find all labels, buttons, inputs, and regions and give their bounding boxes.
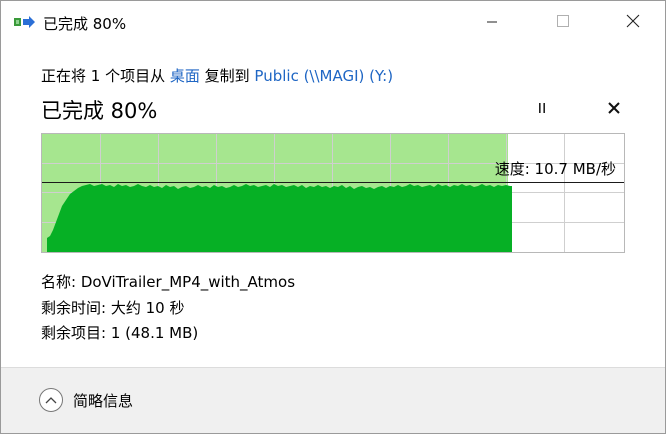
close-icon xyxy=(626,13,640,32)
title-bar: 已完成 80% xyxy=(1,1,665,43)
time-remaining-value: 大约 10 秒 xyxy=(110,299,185,317)
speed-label: 速度: 10.7 MB/秒 xyxy=(494,160,616,178)
file-name-value: DoViTrailer_MP4_with_Atmos xyxy=(80,273,296,291)
minimize-button[interactable] xyxy=(466,1,518,43)
maximize-button[interactable] xyxy=(537,1,589,43)
file-name-label: 名称: xyxy=(41,273,81,291)
transfer-description: 正在将 1 个项目从 桌面 复制到 Public (\\MAGI) (Y:) xyxy=(41,65,393,86)
destination-link[interactable]: Public (\\MAGI) (Y:) xyxy=(254,67,393,85)
items-remaining-row: 剩余项目: 1 (48.1 MB) xyxy=(41,322,198,343)
speed-history-area xyxy=(47,184,512,252)
items-remaining-label: 剩余项目: xyxy=(41,324,111,342)
copy-progress-dialog: 已完成 80% 正在将 1 个项目从 桌面 复制到 Public (\\MAGI… xyxy=(0,0,666,434)
minimize-icon xyxy=(486,13,498,32)
cancel-icon xyxy=(607,100,621,119)
time-remaining-label: 剩余时间: xyxy=(41,299,111,317)
pause-icon xyxy=(535,100,549,119)
source-link[interactable]: 桌面 xyxy=(170,67,200,85)
cancel-button[interactable] xyxy=(603,99,625,119)
pause-button[interactable] xyxy=(531,99,553,119)
maximize-icon xyxy=(556,13,570,32)
window-title: 已完成 80% xyxy=(43,15,127,33)
time-remaining-row: 剩余时间: 大约 10 秒 xyxy=(41,297,184,318)
chevron-up-icon xyxy=(39,388,63,412)
file-name-row: 名称: DoViTrailer_MP4_with_Atmos xyxy=(41,271,295,292)
transfer-speed-graph: 速度: 10.7 MB/秒 xyxy=(41,133,625,253)
transfer-prefix: 正在将 1 个项目从 xyxy=(41,67,170,85)
transfer-middle: 复制到 xyxy=(199,67,255,85)
close-button[interactable] xyxy=(607,1,659,43)
less-details-button[interactable]: 简略信息 xyxy=(39,388,133,412)
speed-graph-canvas xyxy=(42,134,624,252)
less-details-label: 简略信息 xyxy=(73,391,134,410)
copy-transfer-icon xyxy=(14,15,36,29)
footer-bar: 简略信息 xyxy=(1,368,665,433)
items-remaining-value: 1 (48.1 MB) xyxy=(110,324,199,342)
progress-heading: 已完成 80% xyxy=(41,99,158,123)
